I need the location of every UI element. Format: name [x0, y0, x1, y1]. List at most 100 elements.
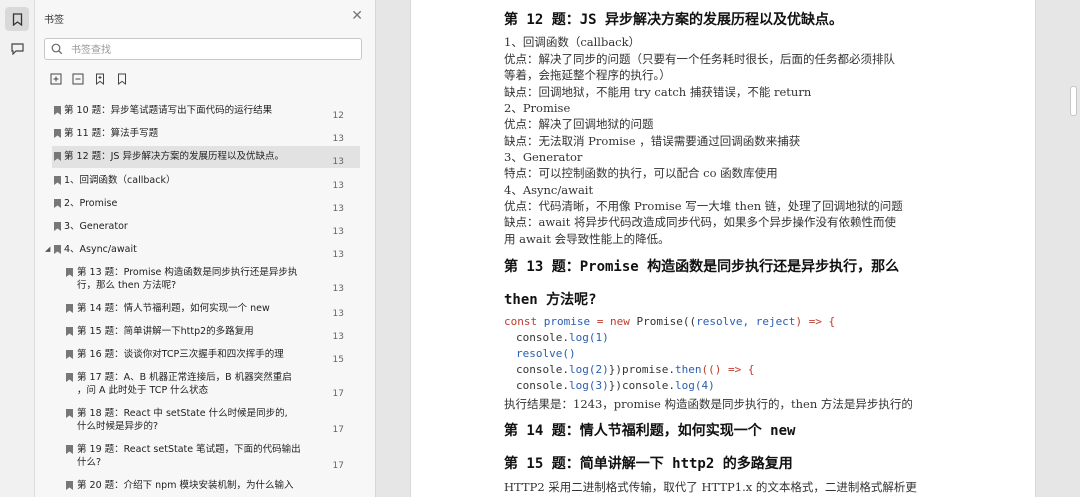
- bookmark-label: 第 10 题：异步笔试题请写出下面代码的运行结果: [64, 105, 273, 116]
- add-bookmark-button[interactable]: [93, 72, 106, 85]
- collapse-all-button[interactable]: [71, 72, 84, 85]
- bookmark-label-line2: 什么?: [77, 457, 102, 468]
- bookmark-item[interactable]: 第 11 题：算法手写题 13: [35, 125, 360, 145]
- bookmark-icon: [54, 152, 61, 161]
- heading-q13-line1: 第 13 题：Promise 构造函数是同步执行还是异步执行，那么: [504, 259, 900, 275]
- bookmark-page-number: 13: [332, 332, 344, 342]
- bookmark-item[interactable]: 第 18 题：React 中 setState 什么时候是同步的, 什么时候是异…: [35, 405, 360, 437]
- bookmark-icon: [66, 373, 73, 382]
- paragraph: 等着，会拖延整个程序的执行。）: [504, 68, 671, 82]
- bookmark-page-number: 17: [332, 461, 344, 471]
- bookmark-page-number: 17: [332, 389, 344, 399]
- bookmark-item[interactable]: 1、回调函数（callback） 13: [35, 172, 360, 192]
- paragraph: 4、Async/await: [504, 183, 594, 197]
- bookmark-page-number: 17: [332, 425, 344, 435]
- bookmark-label: 4、Async/await: [64, 244, 137, 255]
- bookmark-icon: [66, 327, 73, 336]
- remove-bookmark-icon: [117, 73, 126, 85]
- paragraph: 缺点：await 将异步代码改造成同步代码，如果多个异步操作没有依赖性而使: [504, 215, 897, 229]
- bookmark-item[interactable]: 第 20 题：介绍下 npm 模块安装机制，为什么输入: [35, 477, 360, 497]
- tool-rail: [0, 0, 35, 497]
- bookmark-icon: [54, 176, 61, 185]
- bookmark-icon: [54, 106, 61, 115]
- paragraph: 优点：解决了回调地狱的问题: [504, 117, 654, 131]
- heading-q14: 第 14 题：情人节福利题，如何实现一个 new: [504, 423, 796, 439]
- bookmark-icon: [66, 445, 73, 454]
- bookmark-panel-button[interactable]: [5, 7, 29, 31]
- bookmark-page-number: 13: [332, 227, 344, 237]
- bookmark-page-number: 13: [332, 157, 344, 167]
- bookmark-label-line2: 什么时候是异步的?: [77, 421, 159, 432]
- paragraph: 优点：代码清晰，不用像 Promise 写一大堆 then 链，处理了回调地狱的…: [504, 199, 903, 213]
- paragraph: 缺点：无法取消 Promise ，错误需要通过回调函数来捕获: [504, 134, 801, 148]
- paragraph: 3、Generator: [504, 150, 583, 164]
- bookmark-label: 第 17 题：A、B 机器正常连接后，B 机器突然重启: [77, 372, 292, 383]
- expand-all-button[interactable]: [49, 72, 62, 85]
- bookmark-label: 2、Promise: [64, 198, 118, 209]
- bookmark-label: 第 19 题：React setState 笔试题，下面的代码输出: [77, 444, 301, 455]
- bookmark-label: 第 16 题：谈谈你对TCP三次握手和四次挥手的理: [77, 349, 284, 360]
- bookmark-item[interactable]: 3、Generator 13: [35, 218, 360, 238]
- bookmark-label: 第 18 题：React 中 setState 什么时候是同步的,: [77, 408, 288, 419]
- collapse-triangle-icon[interactable]: ◢: [45, 245, 50, 253]
- bookmark-icon: [12, 12, 22, 26]
- comment-icon: [10, 43, 24, 55]
- close-icon[interactable]: ✕: [351, 9, 363, 23]
- bookmark-page-number: 13: [332, 309, 344, 319]
- paragraph: 用 await 会导致性能上的降低。: [504, 232, 670, 246]
- bookmark-item[interactable]: 第 10 题：异步笔试题请写出下面代码的运行结果 12: [35, 103, 360, 121]
- paragraph: HTTP2 采用二进制格式传输，取代了 HTTP1.x 的文本格式，二进制格式解…: [504, 480, 917, 494]
- bookmark-label: 第 12 题：JS 异步解决方案的发展历程以及优缺点。: [64, 151, 284, 162]
- bookmark-page-number: 13: [332, 134, 344, 144]
- bookmark-icon: [54, 129, 61, 138]
- bookmark-label-line2: 行，那么 then 方法呢?: [77, 280, 177, 291]
- paragraph-result: 执行结果是：1243，promise 构造函数是同步执行的，then 方法是异步…: [504, 397, 913, 411]
- bookmark-item[interactable]: 第 17 题：A、B 机器正常连接后，B 机器突然重启 ，问 A 此时处于 TC…: [35, 369, 360, 401]
- bookmark-item[interactable]: 第 19 题：React setState 笔试题，下面的代码输出 什么? 17: [35, 441, 360, 473]
- code-line-5: console.log(3)})console.log(4): [516, 379, 715, 392]
- bookmark-item[interactable]: 第 14 题：情人节福利题，如何实现一个 new 13: [35, 300, 360, 320]
- bookmark-item[interactable]: ◢ 4、Async/await 13: [35, 241, 360, 261]
- panel-title: 书签: [44, 15, 64, 26]
- heading-q12: 第 12 题：JS 异步解决方案的发展历程以及优缺点。: [504, 12, 843, 28]
- collapse-all-icon: [72, 73, 83, 84]
- remove-bookmark-button[interactable]: [115, 72, 128, 85]
- paragraph: 特点：可以控制函数的执行，可以配合 co 函数库使用: [504, 166, 778, 180]
- bookmark-label: 第 11 题：算法手写题: [64, 128, 159, 139]
- bookmark-label-line2: ，问 A 此时处于 TCP 什么状态: [77, 385, 209, 396]
- bookmark-item[interactable]: 第 13 题：Promise 构造函数是同步执行还是异步执 行，那么 then …: [35, 264, 360, 296]
- bookmark-icon: [54, 199, 61, 208]
- bookmark-page-number: 12: [332, 111, 344, 121]
- bookmark-icon: [66, 304, 73, 313]
- bookmark-page-number: 15: [332, 355, 344, 365]
- paragraph: 1、回调函数（callback）: [504, 35, 641, 49]
- bookmark-search-input[interactable]: [69, 41, 353, 59]
- paragraph: 优点：解决了同步的问题（只要有一个任务耗时很长，后面的任务都必须排队: [504, 52, 895, 66]
- bookmark-item[interactable]: 第 16 题：谈谈你对TCP三次握手和四次挥手的理 15: [35, 346, 360, 366]
- bookmark-panel: 书签 ✕ 第 10 题：异步笔试题请写出下面代码的运行结果 12 第 11 题：…: [35, 0, 408, 497]
- bookmark-item[interactable]: 第 15 题：简单讲解一下http2的多路复用 13: [35, 323, 360, 343]
- bookmark-page-number: 13: [332, 284, 344, 294]
- code-line-1: const promise = new Promise((resolve, re…: [504, 315, 836, 328]
- bookmark-label: 1、回调函数（callback）: [64, 175, 176, 186]
- paragraph: 2、Promise: [504, 101, 571, 115]
- code-line-4: console.log(2)})promise.then(() => {: [516, 363, 755, 376]
- bookmark-icon: [66, 350, 73, 359]
- heading-q13-line2: then 方法呢?: [504, 292, 597, 308]
- bookmark-search[interactable]: [44, 38, 362, 60]
- paragraph: 缺点：回调地狱，不能用 try catch 捕获错误，不能 return: [504, 85, 812, 99]
- bookmark-icon: [54, 245, 61, 254]
- document-scrollbar[interactable]: [1070, 86, 1077, 116]
- expand-all-icon: [50, 73, 61, 84]
- bookmark-label: 3、Generator: [64, 221, 128, 232]
- bookmark-item[interactable]: 2、Promise 13: [35, 195, 360, 215]
- code-line-3: resolve(): [516, 347, 576, 360]
- bookmark-label: 第 15 题：简单讲解一下http2的多路复用: [77, 326, 254, 337]
- search-icon: [51, 43, 63, 55]
- bookmark-icon: [66, 481, 73, 490]
- add-bookmark-icon: [95, 73, 104, 85]
- comment-panel-button[interactable]: [5, 37, 29, 61]
- bookmark-label: 第 20 题：介绍下 npm 模块安装机制，为什么输入: [77, 480, 294, 491]
- code-line-2: console.log(1): [516, 331, 609, 344]
- bookmark-item-selected[interactable]: 第 12 题：JS 异步解决方案的发展历程以及优缺点。 13: [52, 146, 360, 168]
